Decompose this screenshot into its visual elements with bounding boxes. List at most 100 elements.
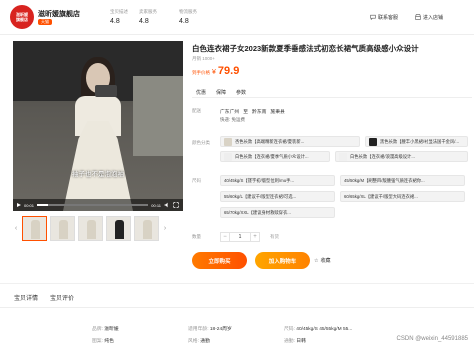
product-title: 白色连衣裙子女2023新款夏季垂感法式初恋长裙气质高级感小众设计 [192, 44, 419, 53]
section-divider [0, 283, 474, 284]
video-progress-bar[interactable] [37, 204, 149, 206]
fullscreen-icon[interactable] [173, 202, 179, 208]
shop-logo[interactable]: 滋昕媛 旗舰店 [10, 5, 34, 29]
size-option[interactable]: 65/70kg/XXL【建议身材救赎穿衣... [220, 207, 335, 218]
contact-service-label: 联系客服 [378, 14, 399, 21]
video-progress-fill [37, 204, 49, 206]
color-option-label: 黑色长款【腰丰小黑裙/衬显法国千金风/... [380, 138, 460, 144]
video-controls: 00:01 00:11 [13, 199, 183, 211]
contact-service-button[interactable]: 联系客服 [370, 12, 398, 22]
color-option-label: 白色长款【连衣裙/夏季气质小众设计... [235, 153, 309, 159]
spec-style: 风格: 通勤 [188, 337, 210, 344]
info-tabs: 优惠 保障 参数 [196, 89, 246, 96]
size-option-label: 65/70kg/XXL【建议身材救赎穿衣... [224, 209, 291, 215]
size-option-label: 40/45kg/S【镂字初/版型位刺/mu手... [224, 177, 294, 183]
spec-age: 适用年龄: 18-24周岁 [188, 325, 232, 332]
star-icon: ☆ [314, 257, 319, 264]
thumb-next-icon[interactable]: › [162, 216, 168, 241]
spec-value: 40/45kg/S 45/55kg/M 55... [296, 327, 353, 332]
spec-key: 品牌: [92, 327, 103, 332]
tab-params[interactable]: 参数 [236, 89, 246, 96]
shop-icon [415, 14, 421, 20]
spec-commute: 通勤: 日韩 [284, 337, 306, 344]
add-to-cart-button[interactable]: 加入购物车 [255, 252, 310, 269]
tab-reviews[interactable]: 宝贝评价 [50, 293, 74, 302]
spec-size: 尺码: 40/45kg/S 45/55kg/M 55... [284, 325, 352, 332]
size-option-label: 45/50kg/M【刷整四/版腰强气质连衣裙你... [344, 177, 425, 183]
price-label: 到手价格 [192, 70, 210, 75]
size-option[interactable]: 40/45kg/S【镂字初/版型位刺/mu手... [220, 175, 335, 186]
size-option[interactable]: 55/60kg/L【建议千/版型连衣裙/可选... [220, 191, 335, 202]
play-icon[interactable] [17, 203, 21, 207]
rating-value: 4.8 [179, 18, 189, 25]
spec-value: 18-24周岁 [209, 327, 232, 332]
detail-tabs: 宝贝详情 宝贝评价 [0, 288, 474, 308]
thumbnail[interactable] [134, 215, 159, 241]
price-block: 到手价格 ¥ 79.9 [192, 65, 239, 77]
tab-discount[interactable]: 优惠 [196, 89, 206, 96]
tab-details[interactable]: 宝贝详情 [14, 293, 38, 302]
shop-badge: 天猫 [38, 19, 52, 25]
thumbnail-strip: ‹ › [13, 215, 183, 241]
thumbnail[interactable] [106, 215, 131, 241]
watermark: CSDN @weixin_44591885 [396, 336, 468, 342]
buy-now-button[interactable]: 立即购买 [192, 252, 247, 269]
color-option-label: 白色长款【连衣裙/浪漫高级设计... [350, 153, 415, 159]
increment-button[interactable]: + [250, 232, 260, 242]
rating-value: 4.8 [110, 18, 120, 25]
size-option[interactable]: 45/50kg/M【刷整四/版腰强气质连衣裙你... [340, 175, 465, 186]
quantity-label: 数量 [192, 234, 201, 239]
color-option[interactable]: 白色长款【连衣裙/夏季气质小众设计... [220, 151, 330, 162]
color-option-label: 杏色长款【高端精新连衣裙/夏装新... [235, 138, 305, 144]
rating-value: 4.8 [139, 18, 149, 25]
enter-shop-label: 进入店铺 [423, 14, 444, 21]
stock-status: 有货 [270, 234, 279, 239]
video-caption: 袖子也不是泡泡袖 [72, 171, 124, 178]
rating-logistics: 物流服务 4.8 [179, 9, 197, 25]
spec-key: 通勤: [284, 339, 295, 344]
quantity-stepper: − 1 + [220, 232, 260, 242]
ship-to[interactable]: 黔东南 [252, 108, 266, 115]
quantity-input[interactable]: 1 [230, 232, 250, 242]
price-value: 79.9 [217, 65, 240, 77]
chat-icon [370, 14, 376, 20]
spec-value: 日韩 [296, 339, 306, 344]
shipping-label: 配送 [192, 108, 201, 113]
shipping-fee: 快递: 免运费 [220, 117, 246, 122]
rating-label: 物流服务 [179, 9, 197, 14]
decrement-button[interactable]: − [220, 232, 230, 242]
shop-header: 滋昕媛 旗舰店 滋昕媛旗舰店 天猫 宝贝描述 4.8 卖家服务 4.8 物流服务… [0, 0, 474, 35]
favorite-button[interactable]: ☆ 收藏 [314, 257, 331, 265]
color-option[interactable]: 杏色长款【高端精新连衣裙/夏装新... [220, 136, 360, 147]
video-time-current: 00:01 [24, 202, 35, 208]
rating-label: 卖家服务 [139, 9, 157, 14]
color-option[interactable]: 白色长款【连衣裙/浪漫高级设计... [335, 151, 468, 162]
spec-key: 适用年龄: [188, 327, 209, 332]
thumb-prev-icon[interactable]: ‹ [13, 216, 19, 241]
color-option[interactable]: 黑色长款【腰丰小黑裙/衬显法国千金风/... [365, 136, 468, 147]
spec-value: 滋昕媛 [104, 327, 119, 332]
size-option-label: 60/65kg/XL【建议千/版型大码连衣裙... [344, 193, 418, 199]
size-option-label: 55/60kg/L【建议千/版型连衣裙/可选... [224, 193, 297, 199]
shop-name[interactable]: 滋昕媛旗舰店 [38, 9, 80, 19]
spec-value: 通勤 [200, 339, 210, 344]
volume-icon[interactable] [164, 202, 170, 208]
spec-pattern: 图案: 纯色 [92, 337, 114, 344]
product-video[interactable]: 袖子也不是泡泡袖 00:01 00:11 [13, 41, 183, 211]
tab-guarantee[interactable]: 保障 [216, 89, 226, 96]
size-label: 尺码 [192, 178, 201, 183]
rating-service: 卖家服务 4.8 [139, 9, 157, 25]
thumbnail[interactable] [50, 215, 75, 241]
shipping-route: 广东广州 至 黔东南 施秉县 [220, 108, 285, 115]
ship-district[interactable]: 施秉县 [270, 108, 284, 115]
enter-shop-button[interactable]: 进入店铺 [415, 12, 443, 22]
currency-symbol: ¥ [212, 69, 216, 76]
spec-brand: 品牌: 滋昕媛 [92, 325, 119, 332]
thumbnail[interactable] [22, 215, 47, 241]
ship-from: 广东广州 [220, 110, 240, 115]
video-time-total: 00:11 [151, 202, 161, 208]
size-option[interactable]: 60/65kg/XL【建议千/版型大码连衣裙... [340, 191, 465, 202]
spec-key: 尺码: [284, 327, 295, 332]
thumbnail[interactable] [78, 215, 103, 241]
spec-value: 纯色 [104, 339, 114, 344]
